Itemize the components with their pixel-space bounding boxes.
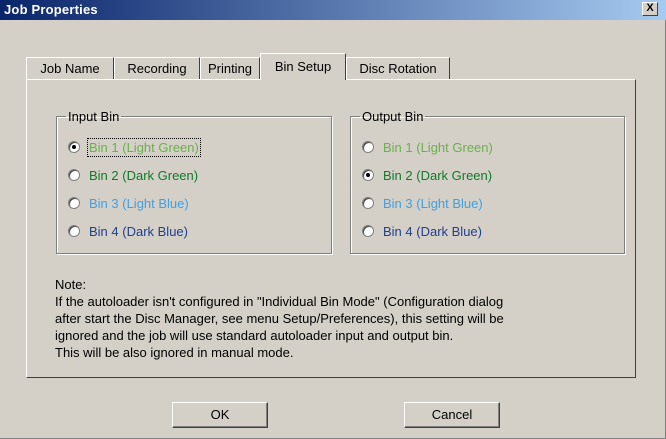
radio-checked-icon — [362, 169, 374, 181]
note-line-2: after start the Disc Manager, see menu S… — [55, 311, 504, 326]
output-bin-1-radio[interactable]: Bin 1 (Light Green) — [362, 138, 493, 156]
job-properties-dialog: Job Properties X Job Name Recording Prin… — [0, 0, 666, 439]
tab-label: Bin Setup — [274, 59, 332, 74]
radio-label: Bin 3 (Light Blue) — [89, 195, 189, 211]
tab-bin-setup[interactable]: Bin Setup — [260, 53, 346, 80]
radio-unchecked-icon — [68, 225, 80, 237]
note-heading: Note: — [55, 277, 87, 292]
tab-label: Job Name — [40, 61, 100, 76]
radio-label: Bin 2 (Dark Green) — [89, 167, 199, 183]
window-title: Job Properties — [4, 2, 98, 17]
radio-unchecked-icon — [362, 225, 374, 237]
close-button[interactable]: X — [642, 2, 658, 16]
note-line-4: This will be also ignored in manual mode… — [55, 345, 294, 360]
output-bin-4-radio[interactable]: Bin 4 (Dark Blue) — [362, 222, 482, 240]
radio-label: Bin 4 (Dark Blue) — [383, 223, 482, 239]
input-bin-4-radio[interactable]: Bin 4 (Dark Blue) — [68, 222, 188, 240]
title-bar: Job Properties X — [0, 0, 666, 20]
ok-button[interactable]: OK — [172, 402, 268, 428]
tab-label: Printing — [207, 61, 253, 76]
output-bin-2-radio[interactable]: Bin 2 (Dark Green) — [362, 166, 492, 184]
output-bin-legend: Output Bin — [362, 109, 424, 124]
tab-label: Disc Rotation — [359, 61, 437, 76]
tab-recording[interactable]: Recording — [114, 57, 200, 79]
radio-unchecked-icon — [362, 141, 374, 153]
cancel-button[interactable]: Cancel — [404, 402, 500, 428]
radio-label: Bin 2 (Dark Green) — [383, 167, 493, 183]
output-bin-3-radio[interactable]: Bin 3 (Light Blue) — [362, 194, 483, 212]
note-text: Note: If the autoloader isn't configured… — [55, 276, 635, 361]
radio-checked-icon — [68, 141, 80, 153]
radio-label: Bin 1 (Light Green) — [383, 139, 493, 155]
radio-label: Bin 1 (Light Green) — [87, 137, 201, 157]
input-bin-3-radio[interactable]: Bin 3 (Light Blue) — [68, 194, 189, 212]
tab-label: Recording — [127, 61, 187, 76]
tab-printing[interactable]: Printing — [200, 57, 260, 79]
input-bin-1-radio[interactable]: Bin 1 (Light Green) — [68, 137, 201, 157]
radio-unchecked-icon — [362, 197, 374, 209]
radio-unchecked-icon — [68, 169, 80, 181]
radio-unchecked-icon — [68, 197, 80, 209]
radio-label: Bin 4 (Dark Blue) — [89, 223, 188, 239]
radio-label: Bin 3 (Light Blue) — [383, 195, 483, 211]
note-line-1: If the autoloader isn't configured in "I… — [55, 294, 504, 309]
input-bin-legend: Input Bin — [68, 109, 120, 124]
note-line-3: ignored and the job will use standard au… — [55, 328, 454, 343]
tab-job-name[interactable]: Job Name — [26, 57, 114, 79]
input-bin-2-radio[interactable]: Bin 2 (Dark Green) — [68, 166, 198, 184]
tab-disc-rotation[interactable]: Disc Rotation — [346, 57, 450, 79]
